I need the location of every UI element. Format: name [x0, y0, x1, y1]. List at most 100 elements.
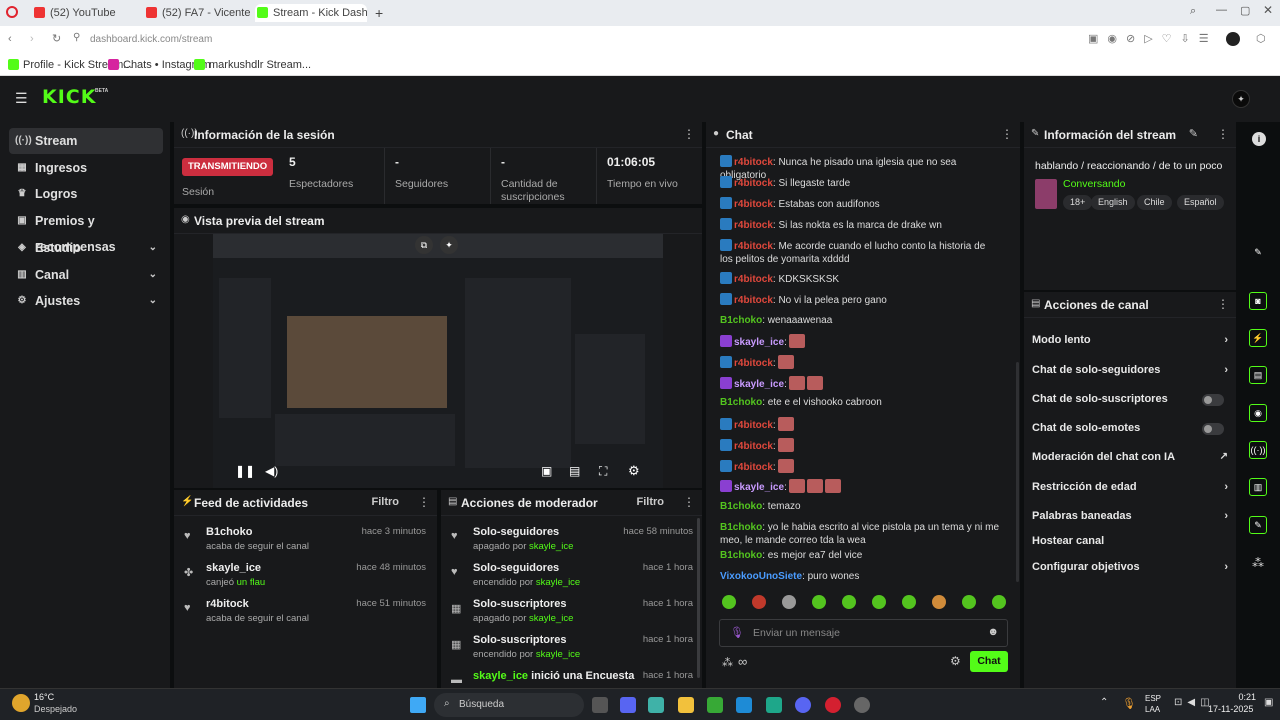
- tray-chevron-icon[interactable]: ⌃: [1100, 697, 1108, 708]
- channel-action-moderacion-del-chat-con-ia[interactable]: Moderación del chat con IA ↗: [1032, 451, 1228, 463]
- copilot-icon[interactable]: [648, 697, 664, 713]
- pause-icon[interactable]: ❚❚: [235, 464, 255, 478]
- more-options-icon[interactable]: ⋮: [683, 127, 695, 141]
- minimize-button[interactable]: —: [1216, 4, 1227, 16]
- more-options-icon[interactable]: ⋮: [683, 495, 695, 509]
- popout-icon[interactable]: ⧉: [415, 236, 433, 254]
- bookmark-markushdlr[interactable]: markushdlr Stream...: [194, 58, 311, 72]
- edge-icon[interactable]: [736, 697, 752, 713]
- emote-shortcut-icon[interactable]: [962, 595, 976, 609]
- chat-username[interactable]: r4bitock: [734, 241, 773, 252]
- activity-username[interactable]: B1choko: [206, 526, 252, 538]
- channel-action-chat-de-solo-seguidores[interactable]: Chat de solo-seguidores ›: [1032, 364, 1228, 376]
- emote-shortcut-icon[interactable]: [872, 595, 886, 609]
- channel-action-restriccion-de-edad[interactable]: Restricción de edad ›: [1032, 481, 1228, 493]
- profile-avatar[interactable]: ✦: [1232, 90, 1250, 108]
- moderator-name[interactable]: skayle_ice: [536, 577, 580, 588]
- send-chat-button[interactable]: Chat: [970, 651, 1008, 672]
- activity-username[interactable]: skayle_ice: [206, 562, 261, 574]
- chat-username[interactable]: r4bitock: [734, 199, 773, 210]
- discord-app-icon[interactable]: [620, 697, 636, 713]
- mic-tray-icon[interactable]: 🎙: [1122, 697, 1136, 710]
- site-info-icon[interactable]: ⚲: [73, 32, 80, 43]
- camera-icon[interactable]: ◙: [1249, 292, 1267, 310]
- chat-username[interactable]: skayle_ice: [734, 482, 784, 493]
- forward-icon[interactable]: ›: [30, 33, 34, 45]
- chat-username[interactable]: B1choko: [720, 315, 762, 326]
- maximize-button[interactable]: ▢: [1240, 4, 1250, 17]
- sidebar-item-estudio[interactable]: ◈ Estudio ⌄: [9, 235, 163, 261]
- filter-button[interactable]: Filtro: [372, 496, 400, 508]
- emoji-picker-icon[interactable]: ☻: [987, 626, 999, 638]
- chevron-down-icon[interactable]: ⌄: [149, 288, 157, 314]
- emote-shortcut-icon[interactable]: [812, 595, 826, 609]
- chat-username[interactable]: r4bitock: [734, 420, 773, 431]
- extensions-icon[interactable]: ⬡: [1256, 32, 1266, 45]
- emote-shortcut-icon[interactable]: [722, 595, 736, 609]
- chevron-down-icon[interactable]: ⌄: [149, 262, 157, 288]
- more-options-icon[interactable]: ⋮: [418, 495, 430, 509]
- emote-shortcut-icon[interactable]: [932, 595, 946, 609]
- theater-icon[interactable]: ▤: [569, 464, 580, 478]
- channel-action-palabras-baneadas[interactable]: Palabras baneadas ›: [1032, 510, 1228, 522]
- tab-youtube[interactable]: (52) YouTube: [32, 4, 140, 22]
- lang-primary[interactable]: ESP: [1145, 694, 1161, 703]
- fullscreen-icon[interactable]: ⛶: [599, 464, 607, 479]
- taskbar-search[interactable]: ⌕ Búsqueda: [434, 693, 584, 717]
- channel-action-chat-de-solo-suscriptores[interactable]: Chat de solo-suscriptores: [1032, 393, 1228, 406]
- chat-username[interactable]: r4bitock: [734, 178, 773, 189]
- search-tabs-icon[interactable]: ⌕: [1190, 5, 1196, 18]
- chat-username[interactable]: skayle_ice: [734, 379, 784, 390]
- moderator-name[interactable]: skayle_ice: [536, 649, 580, 660]
- more-options-icon[interactable]: ⋮: [1217, 127, 1229, 141]
- opera-ai-icon[interactable]: [1226, 32, 1240, 46]
- broadcast-tool-icon[interactable]: ((·)): [1249, 441, 1267, 459]
- extension-icons[interactable]: ▣◉⊘▷♡⇩☰: [1088, 32, 1218, 45]
- moderator-name[interactable]: skayle_ice: [529, 613, 573, 624]
- sidebar-item-logros[interactable]: ♛ Logros: [9, 181, 163, 207]
- emote-shortcut-icon[interactable]: [902, 595, 916, 609]
- document-icon[interactable]: ▤: [1249, 366, 1267, 384]
- back-icon[interactable]: ‹: [8, 33, 12, 45]
- channel-action-modo-lento[interactable]: Modo lento ›: [1032, 334, 1228, 346]
- tab-kick-dashboard[interactable]: Stream - Kick Dashboa...: [255, 4, 367, 22]
- chat-username[interactable]: VixokooUnoSiete: [720, 571, 802, 582]
- tag-pill[interactable]: Chile: [1137, 195, 1172, 210]
- file-explorer-icon[interactable]: [678, 697, 694, 713]
- edit-stream-icon[interactable]: ✎: [1249, 243, 1267, 261]
- filter-button[interactable]: Filtro: [637, 496, 665, 508]
- weather-icon[interactable]: [12, 694, 30, 712]
- tag-pill[interactable]: English: [1091, 195, 1135, 210]
- kick-logo[interactable]: KICK: [42, 86, 96, 108]
- sidebar-item-canal[interactable]: ▥ Canal ⌄: [9, 262, 163, 288]
- more-options-icon[interactable]: ⋮: [1001, 127, 1013, 141]
- channel-action-hostear-canal[interactable]: Hostear canal: [1032, 535, 1228, 547]
- new-tab-button[interactable]: +: [375, 5, 383, 21]
- volume-icon[interactable]: ◀): [265, 464, 278, 478]
- mod-action-item[interactable]: ♥ Solo-seguidores apagado por skayle_ice ha…: [441, 524, 702, 560]
- edge-dev-icon[interactable]: [766, 697, 782, 713]
- chat-username[interactable]: B1choko: [720, 397, 762, 408]
- stream-video[interactable]: ❚❚ ◀) ▣ ▤ ⛶ ⚙ ⧉ ✦: [213, 234, 663, 488]
- lightning-icon[interactable]: ⚡: [1249, 329, 1267, 347]
- message-icon[interactable]: ◉: [1249, 404, 1267, 422]
- xbox-icon[interactable]: [707, 697, 723, 713]
- task-view-icon[interactable]: [592, 697, 608, 713]
- notification-icon[interactable]: ▣: [1264, 697, 1273, 708]
- channel-action-configurar-objetivos[interactable]: Configurar objetivos ›: [1032, 561, 1228, 573]
- url-field[interactable]: dashboard.kick.com/stream: [90, 34, 212, 45]
- emote-shortcut-icon[interactable]: [752, 595, 766, 609]
- pip-icon[interactable]: ▣: [541, 464, 552, 478]
- moderator-name[interactable]: skayle_ice: [473, 670, 528, 682]
- media-icon[interactable]: ▥: [1249, 478, 1267, 496]
- chat-input-box[interactable]: 🎙 Enviar un mensaje ☻: [719, 619, 1008, 647]
- scrollbar[interactable]: [697, 518, 700, 678]
- chat-username[interactable]: B1choko: [720, 501, 762, 512]
- mod-action-item[interactable]: ▦ Solo-suscriptores encendido por skayle_i…: [441, 632, 702, 668]
- clip-icon[interactable]: ✦: [440, 236, 458, 254]
- toggle-switch[interactable]: [1202, 394, 1224, 406]
- infinity-icon[interactable]: ∞: [738, 654, 747, 669]
- emote-shortcut-icon[interactable]: [992, 595, 1006, 609]
- opera-logo-icon[interactable]: [6, 6, 18, 18]
- chat-username[interactable]: skayle_ice: [734, 337, 784, 348]
